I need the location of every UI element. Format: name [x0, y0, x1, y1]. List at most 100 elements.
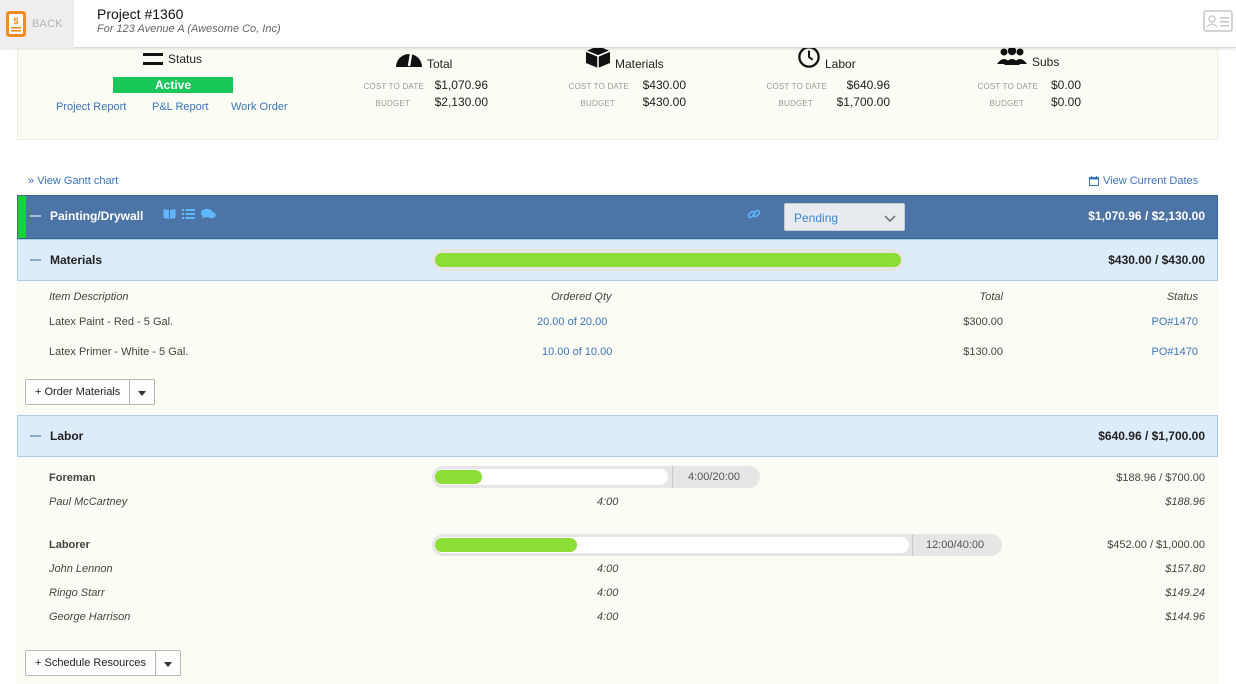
schedule-resources-dropdown[interactable] [156, 651, 180, 675]
materials-budget-value: $430.00 [642, 95, 686, 109]
back-button[interactable]: $ BACK [0, 0, 74, 48]
status-heading: Status [143, 52, 202, 66]
materials-cost-value: $430.00 [642, 78, 686, 92]
schedule-resources-split-button: + Schedule Resources [25, 650, 181, 676]
labor-person-amount: $144.96 [1165, 611, 1205, 623]
caret-down-icon [138, 385, 147, 399]
col-ordered-qty: Ordered Qty [551, 291, 612, 303]
material-row-total: $130.00 [963, 346, 1003, 358]
labor-role-foreman: Foreman [49, 472, 96, 484]
contact-card-icon[interactable] [1203, 10, 1233, 32]
material-row-desc: Latex Primer - White - 5 Gal. [49, 346, 189, 358]
phase-total: $1,070.96 / $2,130.00 [1088, 209, 1205, 223]
schedule-resources-button[interactable]: + Schedule Resources [26, 651, 156, 675]
collapse-labor-icon[interactable] [30, 435, 41, 437]
collapse-phase-icon[interactable] [30, 215, 41, 217]
pl-report-link[interactable]: P&L Report [152, 101, 208, 113]
comments-icon[interactable] [201, 208, 216, 223]
list-icon[interactable] [182, 208, 195, 223]
labor-person-name: Ringo Starr [49, 587, 105, 599]
labor-title: Labor [50, 429, 84, 443]
phase-status-select[interactable]: Pending [784, 203, 905, 231]
book-icon[interactable] [163, 208, 176, 223]
foreman-progress-fill [435, 470, 482, 484]
labor-budget-label: BUDGET [778, 99, 813, 108]
metric-materials-label: Materials [615, 57, 664, 71]
laborer-progress-bar: 12:00/40:00 [432, 534, 1002, 556]
foreman-hours: 4:00/20:00 [688, 471, 740, 483]
labor-person-hours: 4:00 [597, 563, 619, 575]
calendar-icon [1089, 176, 1099, 186]
labor-budget-value: $1,700.00 [836, 95, 890, 109]
project-title: Project #1360 [97, 6, 184, 22]
collapse-materials-icon[interactable] [30, 259, 41, 261]
labor-person-hours: 4:00 [597, 496, 619, 508]
material-row-qty[interactable]: 20.00 of 20.00 [537, 316, 607, 328]
view-gantt-link[interactable]: » View Gantt chart [28, 175, 118, 187]
labor-person-amount: $157.80 [1165, 563, 1205, 575]
labor-section-header[interactable]: Labor $640.96 / $1,700.00 [17, 415, 1218, 457]
clock-icon [797, 46, 821, 71]
view-gantt-label: View Gantt chart [37, 175, 119, 187]
view-current-dates-link[interactable]: View Current Dates [1089, 175, 1198, 187]
material-row-total: $300.00 [963, 316, 1003, 328]
back-label: BACK [32, 18, 63, 30]
laborer-progress-divider [912, 534, 913, 556]
phase-status-value: Pending [794, 211, 839, 225]
phase-accent-bar [18, 196, 26, 238]
chevron-down-icon [884, 212, 896, 226]
labor-role-laborer: Laborer [49, 539, 90, 551]
gauge-icon [395, 46, 423, 71]
project-subtitle: For 123 Avenue A (Awesome Co, Inc) [97, 23, 281, 35]
status-label: Status [168, 52, 203, 66]
svg-text:$: $ [13, 16, 18, 26]
caret-down-icon [163, 656, 172, 670]
double-chevron-right-icon: » [28, 175, 35, 187]
project-report-link[interactable]: Project Report [56, 101, 126, 113]
metric-labor-heading: Labor [797, 46, 856, 71]
foreman-progress-divider [672, 466, 673, 488]
metric-total-heading: Total [395, 46, 452, 71]
labor-person-amount: $149.24 [1165, 587, 1205, 599]
metric-labor-label: Labor [825, 57, 856, 71]
metric-subs-label: Subs [1032, 55, 1060, 69]
total-budget-label: BUDGET [375, 99, 410, 108]
materials-progress-bar [432, 249, 904, 271]
material-row-po-link[interactable]: PO#1470 [1117, 316, 1198, 328]
material-row-po-link[interactable]: PO#1470 [1117, 346, 1198, 358]
view-dates-label: View Current Dates [1103, 175, 1199, 187]
materials-budget-label: BUDGET [580, 99, 615, 108]
materials-total: $430.00 / $430.00 [1108, 253, 1205, 267]
labor-person-name: Paul McCartney [49, 496, 128, 508]
order-materials-dropdown[interactable] [130, 380, 154, 404]
menu-bars-icon [143, 53, 163, 65]
order-materials-split-button: + Order Materials [25, 379, 156, 405]
col-total: Total [979, 291, 1003, 303]
laborer-amount: $452.00 / $1,000.00 [1107, 539, 1205, 551]
chain-link-icon[interactable] [747, 207, 761, 224]
work-order-link[interactable]: Work Order [231, 101, 288, 113]
phase-header[interactable]: Painting/Drywall Pending $1,070.96 / $2,… [17, 195, 1218, 239]
laborer-hours: 12:00/40:00 [926, 539, 985, 551]
top-bar: $ BACK Project #1360 For 123 Avenue A (A… [0, 0, 1236, 48]
order-materials-button[interactable]: + Order Materials [26, 380, 131, 404]
labor-person-amount: $188.96 [1165, 496, 1205, 508]
subs-budget-value: $0.00 [1050, 95, 1081, 109]
materials-section-header[interactable]: Materials $430.00 / $430.00 [17, 239, 1218, 281]
total-cost-value: $1,070.96 [434, 78, 488, 92]
labor-person-name: George Harrison [49, 611, 131, 623]
material-row-qty[interactable]: 10.00 of 10.00 [542, 346, 612, 358]
box-icon [585, 46, 611, 71]
materials-panel: Item Description Ordered Qty Total Statu… [17, 281, 1218, 413]
metric-materials-heading: Materials [585, 46, 664, 71]
material-row-desc: Latex Paint - Red - 5 Gal. [49, 316, 174, 328]
metric-subs-heading: Subs [996, 46, 1059, 69]
foreman-amount: $188.96 / $700.00 [1116, 472, 1205, 484]
phase-title: Painting/Drywall [50, 209, 144, 223]
estimate-doc-icon: $ [5, 10, 27, 38]
group-icon [996, 46, 1028, 69]
labor-total: $640.96 / $1,700.00 [1098, 429, 1205, 443]
status-badge: Active [113, 77, 233, 93]
materials-title: Materials [50, 253, 103, 267]
col-item-description: Item Description [49, 291, 129, 303]
